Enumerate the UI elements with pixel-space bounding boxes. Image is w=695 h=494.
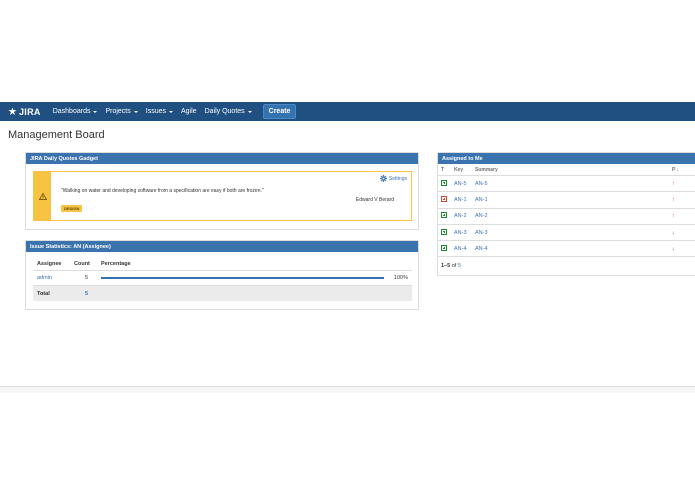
sort-descending-icon: ↓ xyxy=(676,166,680,173)
settings-link[interactable]: Settings xyxy=(379,175,407,182)
priority-up-icon: ↑ xyxy=(672,180,675,187)
chevron-down-icon xyxy=(169,110,173,113)
issue-summary-link[interactable]: AN-1 xyxy=(475,197,488,203)
chevron-down-icon xyxy=(247,110,252,113)
assignee-link[interactable]: admin xyxy=(37,275,52,281)
page-title: Management Board xyxy=(8,129,105,141)
column-header-count[interactable]: Count xyxy=(74,261,90,267)
table-row: admin 5 100% xyxy=(33,271,412,286)
issue-summary-link[interactable]: AN-4 xyxy=(475,246,488,252)
improvement-icon[interactable] xyxy=(441,244,447,251)
column-header-type[interactable]: T xyxy=(441,167,444,173)
issue-key-link[interactable]: AN-3 xyxy=(454,230,467,236)
percentage-bar xyxy=(101,277,384,279)
warning-panel xyxy=(34,172,51,220)
logo-text: JIRA xyxy=(19,106,41,117)
quote-author: Edward V Berard xyxy=(355,197,394,203)
jira-logo[interactable]: JIRA xyxy=(8,107,41,117)
jira-logo-icon xyxy=(8,107,17,116)
bug-icon[interactable] xyxy=(441,195,447,202)
percentage-bar-fill xyxy=(101,277,384,279)
assigned-issues-table: T Key Summary P ↓ AN-5 AN-5 ↑ AN-1 AN-1 ↑ AN-2… xyxy=(438,164,695,258)
table-row[interactable]: AN-2 AN-2 ↑ xyxy=(438,209,695,225)
page-range: 1–5 xyxy=(441,263,451,269)
top-navigation-bar: JIRA Dashboards Projects Issues Agile Da… xyxy=(0,102,695,121)
gadget-title[interactable]: JIRA Daily Quotes Gadget xyxy=(26,153,418,164)
column-header-assignee[interactable]: Assignee xyxy=(37,261,61,267)
column-header-summary[interactable]: Summary xyxy=(475,167,498,173)
pagination-summary: 1–5 of 5 xyxy=(441,263,461,269)
issue-type-icon-cell xyxy=(441,212,447,220)
daily-quotes-gadget: JIRA Daily Quotes Gadget Settings "Walki… xyxy=(25,152,419,230)
quote-text: "Walking on water and developing softwar… xyxy=(61,188,264,194)
table-row[interactable]: AN-5 AN-5 ↑ xyxy=(438,176,695,193)
table-header-row: T Key Summary P ↓ xyxy=(438,164,695,176)
gadget-title[interactable]: Assigned to Me xyxy=(438,153,695,164)
chevron-down-icon xyxy=(133,110,138,113)
issue-type-icon-cell xyxy=(441,244,447,253)
table-row[interactable]: AN-1 AN-1 ↑ xyxy=(438,192,695,209)
statistics-table: Assignee Count Percentage admin 5 100% T… xyxy=(33,257,412,301)
priority-header-label: P xyxy=(672,166,676,173)
improvement-icon[interactable] xyxy=(441,212,447,219)
nav-daily-quotes-label: Daily Quotes xyxy=(204,108,245,115)
issue-summary-link[interactable]: AN-3 xyxy=(475,230,488,236)
column-header-priority[interactable]: P ↓ xyxy=(672,167,679,173)
table-row[interactable]: AN-4 AN-4 ↓ xyxy=(438,241,695,258)
quote-category-badge: DESIGN xyxy=(61,205,83,212)
gadget-title[interactable]: Issue Statistics: AN (Assignee) xyxy=(26,241,418,252)
page-footer xyxy=(0,386,695,393)
issue-summary-link[interactable]: AN-5 xyxy=(475,181,488,187)
table-header-row: Assignee Count Percentage xyxy=(33,257,412,271)
issue-summary-link[interactable]: AN-2 xyxy=(475,213,488,219)
issue-statistics-gadget: Issue Statistics: AN (Assignee) Assignee… xyxy=(25,240,419,310)
nav-agile-label: Agile xyxy=(181,108,197,115)
priority-up-icon: ↑ xyxy=(672,196,675,203)
nav-dashboards-label: Dashboards xyxy=(52,108,91,115)
nav-projects[interactable]: Projects xyxy=(105,108,138,115)
chevron-down-icon xyxy=(93,110,98,113)
nav-daily-quotes[interactable]: Daily Quotes xyxy=(205,108,252,115)
total-count-link[interactable]: 5 xyxy=(85,291,88,297)
priority-up-icon: ↑ xyxy=(672,213,675,220)
total-row: Total 5 xyxy=(33,286,412,301)
percentage-value: 100% xyxy=(393,275,408,281)
of-label: of xyxy=(451,263,457,269)
priority-down-icon: ↓ xyxy=(672,229,675,236)
assigned-to-me-gadget: Assigned to Me T Key Summary P ↓ AN-5 AN-… xyxy=(437,152,695,276)
nav-issues[interactable]: Issues xyxy=(146,108,173,115)
nav-dashboards[interactable]: Dashboards xyxy=(53,108,98,115)
column-header-percentage: Percentage xyxy=(101,260,131,267)
total-label: Total xyxy=(37,290,50,297)
issue-key-link[interactable]: AN-2 xyxy=(454,213,467,219)
create-button[interactable]: Create xyxy=(262,104,297,119)
nav-projects-label: Projects xyxy=(105,108,131,115)
issue-type-icon-cell xyxy=(441,179,447,188)
issue-key-link[interactable]: AN-4 xyxy=(454,246,467,252)
improvement-icon[interactable] xyxy=(441,179,447,186)
issue-type-icon-cell xyxy=(441,228,447,237)
improvement-icon[interactable] xyxy=(441,228,447,235)
column-header-key[interactable]: Key xyxy=(454,167,463,173)
issue-key-link[interactable]: AN-1 xyxy=(454,197,467,203)
settings-label: Settings xyxy=(388,175,407,182)
total-issues-link[interactable]: 5 xyxy=(458,263,461,269)
table-row[interactable]: AN-3 AN-3 ↓ xyxy=(438,225,695,242)
issue-key-link[interactable]: AN-5 xyxy=(454,181,467,187)
quote-message: Settings "Walking on water and developin… xyxy=(33,171,412,221)
nav-issues-label: Issues xyxy=(145,108,166,115)
issue-type-icon-cell xyxy=(441,195,447,204)
count-value[interactable]: 5 xyxy=(85,275,88,281)
gear-icon xyxy=(379,175,387,182)
nav-agile[interactable]: Agile xyxy=(181,108,197,115)
warning-icon xyxy=(38,192,47,200)
priority-down-icon: ↓ xyxy=(672,245,675,252)
